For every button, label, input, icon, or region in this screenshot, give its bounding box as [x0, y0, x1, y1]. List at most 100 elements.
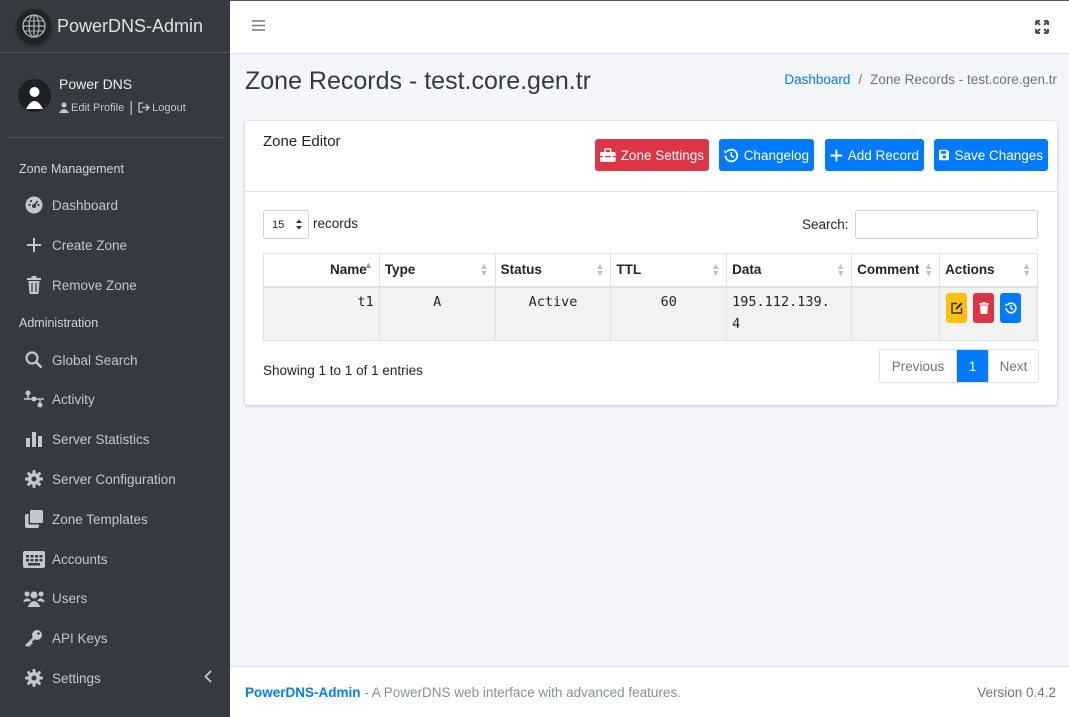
table-row: t1 A Active 60 195.112.139. 4: [263, 286, 1038, 341]
cell-ttl: 60: [610, 286, 728, 341]
history-icon: [1004, 301, 1017, 314]
sidebar-item-server-configuration[interactable]: Server Configuration: [22, 463, 222, 495]
footer-credits: PowerDNS-Admin - A PowerDNS web interfac…: [245, 685, 681, 700]
clone-icon: [22, 510, 46, 528]
sidebar-item-label: Remove Zone: [52, 277, 137, 293]
column-header-actions[interactable]: Actions ▲ ▼: [939, 253, 1038, 288]
column-header-label: Comment: [857, 262, 920, 278]
search-input[interactable]: [855, 210, 1038, 239]
sidebar-item-label: Server Configuration: [52, 471, 176, 487]
sidebar-item-api-keys[interactable]: API Keys: [22, 622, 222, 654]
breadcrumb-separator: /: [858, 72, 863, 87]
logout-link[interactable]: Logout: [138, 102, 186, 114]
accounts-icon: [22, 550, 46, 568]
sidebar-item-label: Activity: [52, 391, 95, 407]
user-panel: Power DNS Edit Profile | Logout: [7, 53, 223, 138]
version-label: Version 0.4.2: [977, 685, 1056, 700]
fullscreen-icon[interactable]: [1035, 20, 1049, 39]
column-header-status[interactable]: Status ▲ ▼: [494, 253, 612, 288]
save-icon: [939, 149, 950, 161]
logout-icon: [138, 102, 151, 113]
cell-data: 195.112.139. 4: [726, 286, 853, 341]
record-history-button[interactable]: [1000, 292, 1022, 323]
user-icon: [59, 102, 69, 113]
breadcrumb: Dashboard / Zone Records - test.core.gen…: [784, 72, 1057, 87]
sidebar-item-dashboard[interactable]: Dashboard: [22, 189, 222, 221]
logout-label: Logout: [152, 101, 186, 114]
card-title: Zone Editor: [263, 133, 341, 150]
column-header-comment[interactable]: Comment ▲ ▼: [851, 253, 941, 288]
sidebar-item-settings[interactable]: Settings: [22, 662, 222, 694]
plus-icon: [22, 237, 46, 253]
table-info: Showing 1 to 1 of 1 entries: [263, 363, 423, 378]
sidebar-item-label: Dashboard: [52, 197, 119, 213]
activity-icon: [22, 390, 46, 408]
sidebar-item-label: Accounts: [52, 551, 108, 567]
breadcrumb-dashboard-link[interactable]: Dashboard: [784, 72, 850, 87]
footer-brand-link[interactable]: PowerDNS-Admin: [245, 685, 361, 700]
search-icon: [22, 351, 46, 369]
save-changes-button[interactable]: Save Changes: [934, 139, 1048, 171]
add-record-button[interactable]: Add Record: [825, 139, 924, 171]
table-header-row: Name ▲ Type ▲ ▼ Status ▲ ▼ TTL ▲ ▼ Data ▲ ▼ Comme…: [263, 253, 1038, 288]
gear-icon: [22, 669, 46, 687]
sidebar-item-label: Settings: [52, 670, 101, 686]
column-header-name[interactable]: Name ▲: [263, 253, 380, 288]
column-header-type[interactable]: Type ▲ ▼: [378, 253, 496, 288]
save-changes-label: Save Changes: [954, 147, 1043, 163]
trash-icon: [22, 276, 46, 294]
page-1-button[interactable]: 1: [957, 350, 988, 382]
sidebar-item-remove-zone[interactable]: Remove Zone: [22, 269, 222, 301]
avatar[interactable]: [18, 79, 51, 112]
column-header-label: Actions: [945, 262, 995, 278]
hamburger-icon[interactable]: [252, 19, 265, 37]
sidebar-item-create-zone[interactable]: Create Zone: [22, 229, 222, 261]
column-header-ttl[interactable]: TTL ▲ ▼: [610, 253, 728, 288]
page-title: Zone Records - test.core.gen.tr: [245, 67, 591, 95]
separator: |: [129, 99, 134, 116]
sidebar-item-users[interactable]: Users: [22, 582, 222, 614]
sidebar-item-label: Global Search: [52, 352, 138, 368]
sidebar-item-accounts[interactable]: Accounts: [22, 543, 222, 575]
sort-icon: ▲ ▼: [836, 261, 846, 278]
zone-settings-button[interactable]: Zone Settings: [595, 139, 709, 171]
globe-icon: [17, 9, 51, 43]
previous-page-button[interactable]: Previous: [880, 350, 957, 382]
delete-record-button[interactable]: [973, 292, 995, 323]
sidebar-item-activity[interactable]: Activity: [22, 383, 222, 415]
records-label: records: [313, 216, 359, 231]
card-header: Zone Editor Zone Settings Changelog Add …: [245, 121, 1057, 192]
users-icon: [22, 590, 46, 607]
cell-name: t1: [263, 286, 380, 341]
sidebar-item-zone-templates[interactable]: Zone Templates: [22, 503, 222, 535]
next-page-button[interactable]: Next: [988, 350, 1038, 382]
column-header-label: Name: [330, 262, 367, 278]
sort-icon: ▲ ▼: [1022, 261, 1031, 278]
column-header-label: Type: [384, 262, 416, 278]
key-icon: [22, 629, 46, 647]
sidebar-item-global-search[interactable]: Global Search: [22, 344, 222, 376]
chart-icon: [22, 431, 46, 447]
user-links: Edit Profile | Logout: [59, 99, 186, 116]
toolbox-icon: [600, 148, 616, 162]
cell-data-line: 195.112.139.: [732, 293, 830, 310]
sidebar-item-label: Users: [52, 590, 88, 606]
user-name[interactable]: Power DNS: [59, 76, 132, 92]
pagination: Previous 1 Next: [879, 349, 1039, 383]
sort-icon: ▲ ▼: [595, 261, 605, 278]
footer: PowerDNS-Admin - A PowerDNS web interfac…: [230, 666, 1069, 717]
edit-profile-link[interactable]: Edit Profile: [59, 102, 124, 114]
column-header-data[interactable]: Data ▲ ▼: [726, 253, 853, 288]
edit-record-button[interactable]: [946, 292, 968, 323]
nav-header-zone-management: Zone Management: [19, 162, 124, 176]
changelog-button[interactable]: Changelog: [719, 139, 814, 171]
sidebar-item-label: API Keys: [52, 630, 108, 646]
brand-link[interactable]: PowerDNS-Admin: [0, 0, 230, 53]
page-length-select[interactable]: 15: [263, 210, 309, 239]
chevron-left-icon[interactable]: [204, 670, 212, 686]
cell-comment: [851, 286, 941, 341]
dashboard-icon: [22, 196, 46, 214]
sidebar-item-server-statistics[interactable]: Server Statistics: [22, 423, 222, 455]
column-header-label: Data: [732, 262, 762, 278]
top-navbar: [230, 0, 1069, 54]
